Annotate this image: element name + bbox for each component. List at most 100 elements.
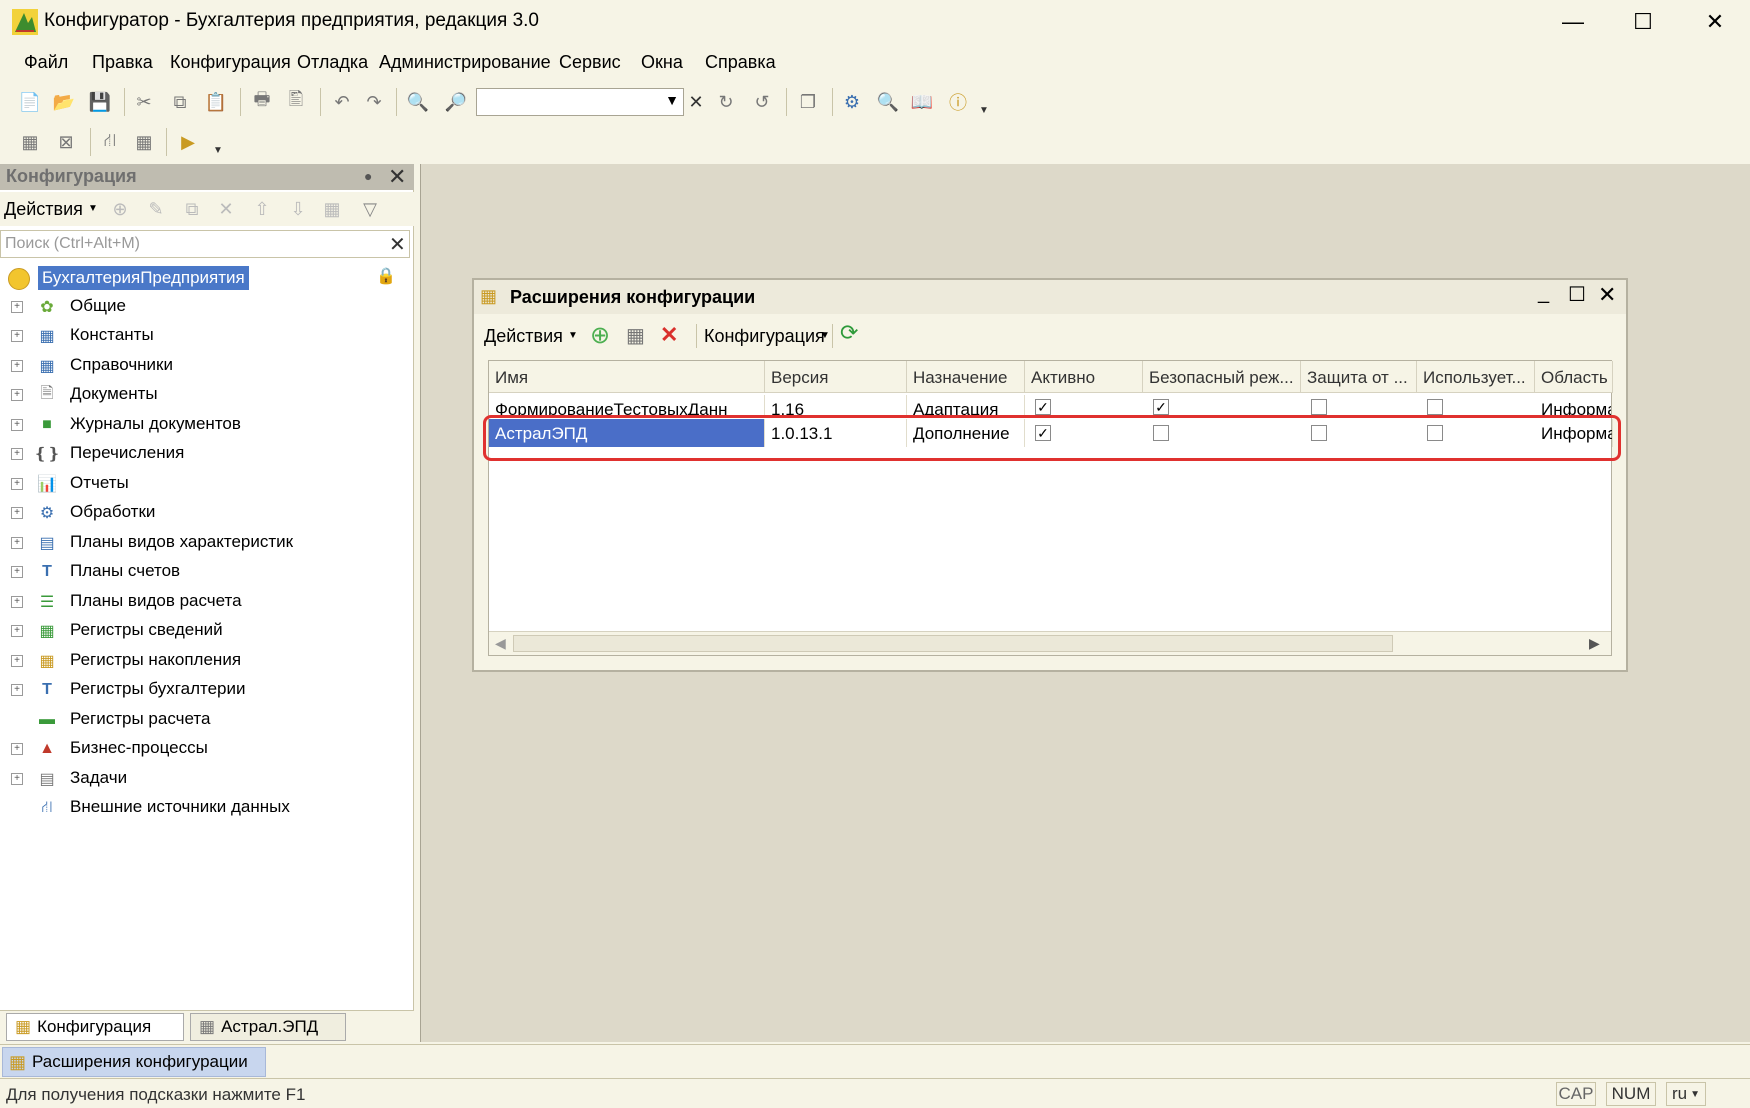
copy-icon[interactable]: ⧉	[168, 90, 192, 114]
chevron-down-icon[interactable]: ▼	[665, 92, 679, 108]
pin-icon[interactable]: ●	[364, 168, 372, 184]
actions-chevron-icon[interactable]: ▼	[88, 203, 98, 214]
tree-item-documents[interactable]: + 🗎 Документы	[0, 381, 400, 409]
expand-icon[interactable]: +	[11, 448, 23, 460]
dialog-minimize-icon[interactable]: _	[1538, 282, 1549, 305]
dialog-configuration-menu[interactable]: Конфигурация	[704, 326, 825, 347]
sort-icon[interactable]: ▦	[320, 197, 344, 221]
run-debug-icon[interactable]: ▶	[176, 130, 200, 154]
maximize-button[interactable]: ☐	[1608, 0, 1678, 44]
tree-item-accounts[interactable]: + T Планы счетов	[0, 558, 400, 586]
more-icon[interactable]: ▼	[972, 98, 996, 122]
expand-icon[interactable]: +	[11, 684, 23, 696]
tree-item-calculation-types[interactable]: + ☰ Планы видов расчета	[0, 588, 400, 616]
column-header-area[interactable]: Область ...	[1535, 361, 1613, 393]
panel-close-icon[interactable]: ✕	[388, 164, 406, 190]
tab-configuration[interactable]: ▦ Конфигурация	[6, 1013, 184, 1041]
expand-icon[interactable]: +	[11, 596, 23, 608]
assistant-icon[interactable]: ⚙	[840, 90, 864, 114]
add-icon[interactable]: ⊕	[108, 197, 132, 221]
cut-icon[interactable]: ✂	[132, 90, 156, 114]
safe-mode-checkbox[interactable]: ✓	[1153, 399, 1169, 415]
windows-icon[interactable]: ❐	[796, 90, 820, 114]
horizontal-scrollbar[interactable]: ◀ ▶	[489, 631, 1611, 655]
tree-item-general[interactable]: + ✿ Общие	[0, 293, 400, 321]
edit-icon[interactable]: ✎	[144, 197, 168, 221]
tree-root[interactable]: БухгалтерияПредприятия 🔒	[0, 264, 400, 292]
find-next-icon[interactable]: ↻	[714, 90, 738, 114]
dialog-close-icon[interactable]: ✕	[1598, 282, 1616, 308]
dialog-maximize-icon[interactable]: ☐	[1568, 282, 1586, 307]
tree-item-enums[interactable]: + ❴❵ Перечисления	[0, 440, 400, 468]
expand-icon[interactable]: +	[11, 537, 23, 549]
table-row[interactable]: ФормированиеТестовыхДанн 1.16 Адаптация …	[489, 393, 1611, 415]
open-icon[interactable]: 📂	[52, 90, 76, 114]
save-icon[interactable]: 💾	[88, 90, 112, 114]
tree-item-tasks[interactable]: + ▤ Задачи	[0, 765, 400, 793]
copy-object-icon[interactable]: ⧉	[180, 197, 204, 221]
minimize-button[interactable]: —	[1538, 0, 1608, 44]
column-header-active[interactable]: Активно	[1025, 361, 1143, 393]
uses-checkbox[interactable]	[1427, 399, 1443, 415]
expand-icon[interactable]: +	[11, 360, 23, 372]
tab-astral-epd[interactable]: ▦ Астрал.ЭПД	[190, 1013, 346, 1041]
language-indicator[interactable]: ru ▼	[1666, 1082, 1706, 1106]
search-icon[interactable]: 🔎	[444, 90, 468, 114]
expand-icon[interactable]: +	[11, 566, 23, 578]
tree-item-info-registers[interactable]: + ▦ Регистры сведений	[0, 617, 400, 645]
paste-icon[interactable]: 📋	[204, 90, 228, 114]
print-icon[interactable]: 🖶	[250, 89, 274, 114]
run-dropdown-icon[interactable]: ▼	[206, 138, 230, 162]
clear-search-icon[interactable]: ✕	[389, 232, 406, 257]
info-icon[interactable]: ⓘ	[946, 90, 970, 114]
scroll-left-icon[interactable]: ◀	[495, 635, 506, 652]
dialog-actions-menu[interactable]: Действия	[484, 326, 563, 347]
move-down-icon[interactable]: ⇩	[286, 197, 310, 221]
open-configuration-icon[interactable]: ▦	[18, 130, 42, 154]
active-checkbox[interactable]: ✓	[1035, 399, 1051, 415]
tree-item-accumulation-registers[interactable]: + ▦ Регистры накопления	[0, 647, 400, 675]
tree-item-calculation-registers[interactable]: ▬ Регистры расчета	[0, 706, 400, 734]
syntax-helper-icon[interactable]: 🔍	[876, 90, 900, 114]
expand-icon[interactable]: +	[11, 330, 23, 342]
menu-help[interactable]: Справка	[705, 52, 776, 73]
refresh-icon[interactable]: ⟳	[840, 320, 858, 346]
menu-edit[interactable]: Правка	[92, 52, 153, 73]
tree-item-processing[interactable]: + ⚙ Обработки	[0, 499, 400, 527]
tree-item-catalogs[interactable]: + ▦ Справочники	[0, 352, 400, 380]
tree-item-journals[interactable]: + ■ Журналы документов	[0, 411, 400, 439]
config-search-input[interactable]: Поиск (Ctrl+Alt+M) ✕	[0, 230, 410, 258]
tree-item-reports[interactable]: + 📊 Отчеты	[0, 470, 400, 498]
tree-item-business-processes[interactable]: + ▲ Бизнес-процессы	[0, 735, 400, 763]
column-header-version[interactable]: Версия	[765, 361, 907, 393]
find-in-tree-icon[interactable]: 🔍	[406, 90, 430, 114]
menu-configuration[interactable]: Конфигурация	[170, 52, 291, 73]
redo-icon[interactable]: ↷	[362, 90, 386, 114]
expand-icon[interactable]: +	[11, 507, 23, 519]
move-up-icon[interactable]: ⇧	[250, 197, 274, 221]
tree-item-accounting-registers[interactable]: + T Регистры бухгалтерии	[0, 676, 400, 704]
scroll-right-icon[interactable]: ▶	[1589, 635, 1600, 652]
tree-item-constants[interactable]: + ▦ Константы	[0, 322, 400, 350]
expand-icon[interactable]: +	[11, 773, 23, 785]
menu-debug[interactable]: Отладка	[297, 52, 368, 73]
expand-icon[interactable]: +	[11, 625, 23, 637]
expand-icon[interactable]: +	[11, 655, 23, 667]
menu-service[interactable]: Сервис	[559, 52, 621, 73]
column-header-purpose[interactable]: Назначение	[907, 361, 1025, 393]
configuration-chevron-icon[interactable]: ▼	[820, 330, 830, 341]
actions-chevron-icon[interactable]: ▼	[568, 330, 578, 341]
menu-file[interactable]: Файл	[24, 52, 68, 73]
find-previous-icon[interactable]: ↺	[750, 90, 774, 114]
menu-administration[interactable]: Администрирование	[379, 52, 551, 73]
expand-icon[interactable]: +	[11, 301, 23, 313]
database-icon[interactable]: ⛙	[98, 130, 122, 154]
protection-checkbox[interactable]	[1311, 399, 1327, 415]
expand-icon[interactable]: +	[11, 743, 23, 755]
expand-icon[interactable]: +	[11, 419, 23, 431]
clear-search-icon[interactable]: ✕	[684, 90, 708, 114]
close-button[interactable]: ✕	[1680, 0, 1750, 44]
tree-item-external-sources[interactable]: ⛙ Внешние источники данных	[0, 794, 400, 822]
actions-menu[interactable]: Действия	[4, 199, 83, 220]
scrollbar-thumb[interactable]	[513, 635, 1393, 652]
